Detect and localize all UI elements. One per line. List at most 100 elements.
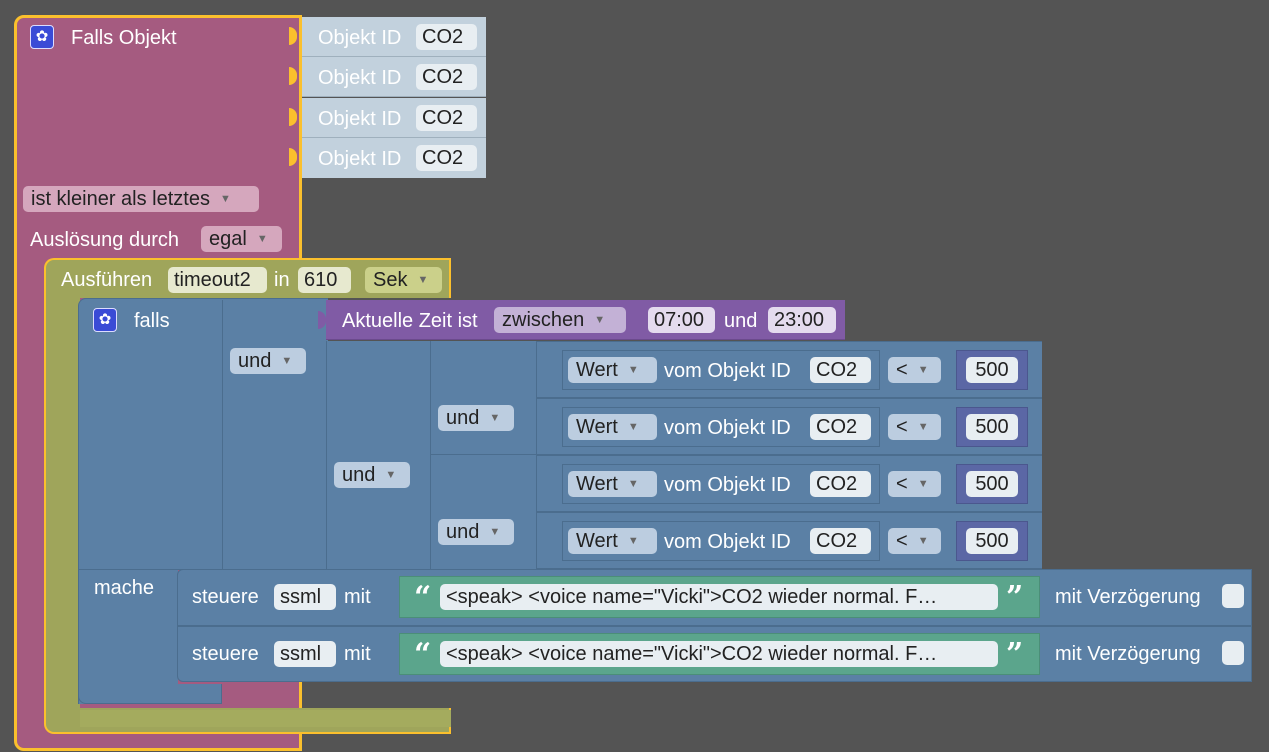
close-quote-icon: ” bbox=[1006, 580, 1024, 615]
dropdown-arrow-icon: ▼ bbox=[385, 469, 397, 481]
trigger-by-dropdown[interactable]: egal ▼ bbox=[201, 226, 282, 252]
number-field[interactable]: 500 bbox=[966, 471, 1018, 497]
open-quote-icon: “ bbox=[414, 637, 432, 672]
condition-value: ist kleiner als letztes bbox=[31, 188, 210, 210]
trigger-by-value: egal bbox=[209, 228, 247, 250]
delay-label: mit Verzögerung bbox=[1055, 643, 1201, 665]
time-to-field[interactable]: 23:00 bbox=[768, 307, 836, 333]
timeout-label: Ausführen bbox=[61, 269, 153, 291]
time-label: Aktuelle Zeit ist bbox=[342, 310, 478, 332]
operator-dropdown[interactable]: < ▼ bbox=[888, 471, 941, 497]
number-field[interactable]: 500 bbox=[966, 414, 1018, 440]
and-value: und bbox=[342, 464, 376, 486]
property-value: Wert bbox=[576, 530, 618, 552]
and-block-outer[interactable] bbox=[222, 300, 328, 570]
object-id-label: Objekt ID bbox=[318, 148, 402, 170]
and-value: und bbox=[238, 350, 272, 372]
action-with-label: mit bbox=[344, 586, 371, 608]
action-target-field[interactable]: ssml bbox=[274, 584, 336, 610]
dropdown-arrow-icon: ▼ bbox=[417, 274, 429, 286]
object-id-field[interactable]: CO2 bbox=[810, 357, 871, 383]
time-from-field[interactable]: 07:00 bbox=[648, 307, 715, 333]
and-dropdown-middle[interactable]: und ▼ bbox=[334, 462, 410, 488]
object-id-field[interactable]: CO2 bbox=[416, 24, 477, 50]
gear-icon[interactable]: ✿ bbox=[93, 308, 117, 332]
object-id-field[interactable]: CO2 bbox=[810, 414, 871, 440]
delay-checkbox[interactable] bbox=[1222, 641, 1244, 665]
object-text: vom Objekt ID bbox=[664, 474, 791, 496]
property-value: Wert bbox=[576, 359, 618, 381]
dropdown-arrow-icon: ▼ bbox=[256, 233, 268, 245]
operator-dropdown[interactable]: < ▼ bbox=[888, 528, 941, 554]
timeout-name-field[interactable]: timeout2 bbox=[168, 267, 267, 293]
close-quote-icon: ” bbox=[1006, 637, 1024, 672]
and-value: und bbox=[446, 521, 480, 543]
trigger-title: Falls Objekt bbox=[71, 27, 177, 49]
time-mode-value: zwischen bbox=[502, 309, 585, 331]
time-mode-dropdown[interactable]: zwischen ▼ bbox=[494, 307, 626, 333]
action-target-field[interactable]: ssml bbox=[274, 641, 336, 667]
property-dropdown[interactable]: Wert ▼ bbox=[568, 414, 657, 440]
dropdown-arrow-icon: ▼ bbox=[627, 421, 639, 433]
object-id-field[interactable]: CO2 bbox=[810, 471, 871, 497]
object-id-field[interactable]: CO2 bbox=[810, 528, 871, 554]
dropdown-arrow-icon: ▼ bbox=[917, 478, 929, 490]
condition-dropdown[interactable]: ist kleiner als letztes ▼ bbox=[23, 186, 259, 212]
delay-checkbox[interactable] bbox=[1222, 584, 1244, 608]
dropdown-arrow-icon: ▼ bbox=[489, 526, 501, 538]
timeout-duration-field[interactable]: 610 bbox=[298, 267, 351, 293]
object-text: vom Objekt ID bbox=[664, 531, 791, 553]
and-value: und bbox=[446, 407, 480, 429]
dropdown-arrow-icon: ▼ bbox=[627, 478, 639, 490]
object-id-field[interactable]: CO2 bbox=[416, 145, 477, 171]
object-id-field[interactable]: CO2 bbox=[416, 64, 477, 90]
and-block-middle[interactable] bbox=[326, 341, 434, 570]
object-id-label: Objekt ID bbox=[318, 27, 402, 49]
gear-icon[interactable]: ✿ bbox=[30, 25, 54, 49]
operator-dropdown[interactable]: < ▼ bbox=[888, 357, 941, 383]
property-dropdown[interactable]: Wert ▼ bbox=[568, 357, 657, 383]
timeout-block-body bbox=[44, 298, 80, 710]
and-block-inner-top[interactable] bbox=[430, 341, 538, 455]
do-label: mache bbox=[94, 577, 155, 599]
dropdown-arrow-icon: ▼ bbox=[281, 355, 293, 367]
property-dropdown[interactable]: Wert ▼ bbox=[568, 528, 657, 554]
dropdown-arrow-icon: ▼ bbox=[594, 314, 606, 326]
dropdown-arrow-icon: ▼ bbox=[917, 364, 929, 376]
action-label: steuere bbox=[192, 586, 259, 608]
action-label: steuere bbox=[192, 643, 259, 665]
operator-dropdown[interactable]: < ▼ bbox=[888, 414, 941, 440]
dropdown-arrow-icon: ▼ bbox=[489, 412, 501, 424]
operator-value: < bbox=[896, 530, 908, 552]
and-block-inner-bottom[interactable] bbox=[430, 455, 538, 570]
number-field[interactable]: 500 bbox=[966, 528, 1018, 554]
operator-value: < bbox=[896, 359, 908, 381]
property-dropdown[interactable]: Wert ▼ bbox=[568, 471, 657, 497]
dropdown-arrow-icon: ▼ bbox=[917, 421, 929, 433]
dropdown-arrow-icon: ▼ bbox=[627, 535, 639, 547]
text-field[interactable]: <speak> <voice name="Vicki">CO2 wieder n… bbox=[440, 641, 998, 667]
operator-value: < bbox=[896, 473, 908, 495]
timeout-footer-shade bbox=[80, 710, 451, 727]
timeout-unit-value: Sek bbox=[373, 269, 408, 291]
number-field[interactable]: 500 bbox=[966, 357, 1018, 383]
property-value: Wert bbox=[576, 473, 618, 495]
dropdown-arrow-icon: ▼ bbox=[627, 364, 639, 376]
open-quote-icon: “ bbox=[414, 580, 432, 615]
object-id-field[interactable]: CO2 bbox=[416, 105, 477, 131]
object-id-label: Objekt ID bbox=[318, 108, 402, 130]
timeout-unit-dropdown[interactable]: Sek ▼ bbox=[365, 267, 442, 293]
text-field[interactable]: <speak> <voice name="Vicki">CO2 wieder n… bbox=[440, 584, 998, 610]
property-value: Wert bbox=[576, 416, 618, 438]
if-block-footer bbox=[78, 684, 222, 704]
and-dropdown-outer[interactable]: und ▼ bbox=[230, 348, 306, 374]
time-and-label: und bbox=[724, 310, 758, 332]
and-dropdown-inner-top[interactable]: und ▼ bbox=[438, 405, 514, 431]
dropdown-arrow-icon: ▼ bbox=[219, 193, 231, 205]
object-text: vom Objekt ID bbox=[664, 360, 791, 382]
object-text: vom Objekt ID bbox=[664, 417, 791, 439]
timeout-in-label: in bbox=[274, 269, 290, 291]
and-dropdown-inner-bottom[interactable]: und ▼ bbox=[438, 519, 514, 545]
if-label: falls bbox=[134, 310, 170, 332]
dropdown-arrow-icon: ▼ bbox=[917, 535, 929, 547]
